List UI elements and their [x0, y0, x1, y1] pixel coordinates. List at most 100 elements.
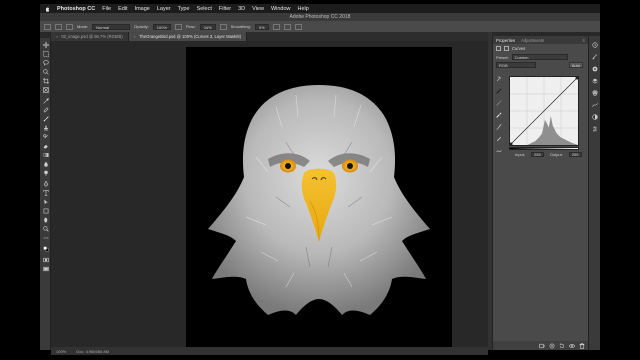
input-value[interactable]: 255 [531, 152, 544, 157]
brush-icon[interactable] [42, 116, 49, 122]
output-value[interactable]: 255 [568, 152, 582, 157]
target-adjust-icon[interactable] [496, 76, 502, 82]
channel-row: RGB Auto [493, 61, 588, 69]
screen-mode-icon[interactable] [42, 266, 49, 272]
input-output-row: Input: 255 Output: 255 [515, 152, 582, 157]
menu-window[interactable]: Window [271, 6, 291, 12]
blur-icon[interactable] [42, 161, 49, 167]
adjustments-icon[interactable] [592, 114, 598, 120]
apple-icon[interactable] [45, 6, 50, 12]
move-tool-icon[interactable] [42, 42, 49, 48]
paths-icon[interactable] [592, 102, 598, 108]
type-tool-icon[interactable] [42, 190, 49, 196]
pencil-icon[interactable] [496, 136, 502, 142]
more-tools-icon[interactable] [42, 235, 49, 241]
mask-icon[interactable] [504, 46, 509, 51]
healing-brush-icon[interactable] [42, 107, 49, 113]
menu-edit[interactable]: Edit [118, 6, 127, 12]
symmetry-icon[interactable] [294, 23, 302, 30]
crop-icon[interactable] [42, 78, 49, 84]
opacity-field[interactable]: 100% [152, 23, 172, 30]
dodge-icon[interactable] [42, 170, 49, 176]
menu-app-name[interactable]: Photoshop CC [57, 6, 95, 12]
eyedropper-icon[interactable] [42, 98, 49, 104]
menu-help[interactable]: Help [298, 6, 309, 12]
hand-icon[interactable] [42, 217, 49, 223]
quick-select-icon[interactable] [42, 69, 49, 75]
zoom-icon[interactable] [42, 226, 49, 232]
right-dock [588, 36, 600, 350]
tab-properties[interactable]: Properties [496, 38, 515, 43]
shape-icon[interactable] [42, 208, 49, 214]
history-icon[interactable] [592, 42, 598, 48]
smoothing-field[interactable]: 0% [254, 23, 269, 30]
flow-field[interactable]: 34% [199, 23, 216, 30]
close-tab-icon[interactable]: × [56, 32, 58, 41]
tool-preset-icon[interactable] [44, 23, 51, 30]
document-tabs: × 03_image.psd @ 66.7% (RGB/8) × TheOran… [51, 32, 488, 41]
tab-03-image[interactable]: × 03_image.psd @ 66.7% (RGB/8) [51, 32, 129, 41]
airbrush-icon[interactable] [219, 23, 227, 30]
channel-select[interactable]: RGB [496, 62, 536, 68]
history-brush-icon[interactable] [42, 134, 49, 140]
menu-image[interactable]: Image [135, 6, 150, 12]
view-previous-icon[interactable] [549, 343, 555, 349]
adjustment-icon[interactable] [496, 46, 501, 51]
color-wheel-icon[interactable] [592, 66, 598, 72]
panel-menu-icon[interactable]: ≡ [583, 38, 585, 43]
pen-icon[interactable] [42, 181, 49, 187]
marquee-icon[interactable] [42, 51, 49, 57]
menu-file[interactable]: File [102, 6, 111, 12]
preset-label: Preset: [496, 54, 509, 60]
document-canvas-image[interactable] [186, 47, 452, 347]
clone-stamp-icon[interactable] [42, 125, 49, 131]
properties-icon[interactable] [592, 126, 598, 132]
input-gradient-bar [509, 147, 579, 150]
preset-select[interactable]: Custom [511, 54, 568, 60]
flow-label: Flow: [186, 24, 196, 29]
visibility-icon[interactable] [569, 343, 575, 349]
pressure-size-icon[interactable] [283, 23, 291, 30]
clip-to-layer-icon[interactable] [539, 343, 545, 349]
brush-panel-icon[interactable] [66, 23, 73, 30]
menu-view[interactable]: View [252, 6, 264, 12]
brush-preset-icon[interactable] [55, 23, 62, 30]
color-swatches-icon[interactable] [42, 246, 49, 252]
gradient-icon[interactable] [42, 152, 49, 158]
panel-tabs: Properties Adjustments ≡ [493, 36, 588, 44]
channels-icon[interactable] [592, 90, 598, 96]
eraser-icon[interactable] [42, 143, 49, 149]
menu-type[interactable]: Type [178, 6, 190, 12]
lasso-icon[interactable] [42, 60, 49, 66]
gray-point-eyedropper-icon[interactable] [496, 100, 502, 106]
trash-icon[interactable] [579, 342, 585, 349]
pressure-opacity-icon[interactable] [175, 23, 183, 30]
brushes-icon[interactable] [592, 54, 598, 60]
path-select-icon[interactable] [42, 199, 49, 205]
curves-graph[interactable] [509, 76, 579, 146]
layers-icon[interactable] [592, 78, 598, 84]
document-info[interactable]: Doc: 4.96M/80.8M [76, 349, 109, 354]
tab-label: TheOrangeBird.psd @ 100% (Curves 3, Laye… [138, 34, 241, 39]
zoom-level[interactable]: 100% [56, 349, 66, 354]
reset-icon[interactable] [559, 342, 565, 349]
menu-3d[interactable]: 3D [238, 6, 245, 12]
menu-select[interactable]: Select [197, 6, 212, 12]
quick-mask-icon[interactable] [42, 257, 49, 263]
smoothing-options-icon[interactable] [272, 23, 280, 30]
tab-adjustments[interactable]: Adjustments [521, 38, 544, 43]
frame-icon[interactable] [42, 87, 49, 93]
menu-filter[interactable]: Filter [219, 6, 231, 12]
curve-point-icon[interactable] [496, 124, 502, 130]
white-point-eyedropper-icon[interactable] [496, 112, 502, 118]
tab-orange-bird[interactable]: × TheOrangeBird.psd @ 100% (Curves 3, La… [128, 32, 247, 41]
mode-select[interactable]: Normal [92, 23, 131, 30]
menu-layer[interactable]: Layer [157, 6, 171, 12]
mode-label: Mode: [77, 24, 89, 29]
close-tab-icon[interactable]: × [134, 32, 136, 41]
black-point-eyedropper-icon[interactable] [496, 88, 502, 94]
tab-label: 03_image.psd @ 66.7% (RGB/8) [61, 34, 123, 39]
smooth-icon[interactable] [496, 148, 502, 154]
auto-button[interactable]: Auto [568, 62, 583, 68]
opacity-label: Opacity: [134, 24, 149, 29]
